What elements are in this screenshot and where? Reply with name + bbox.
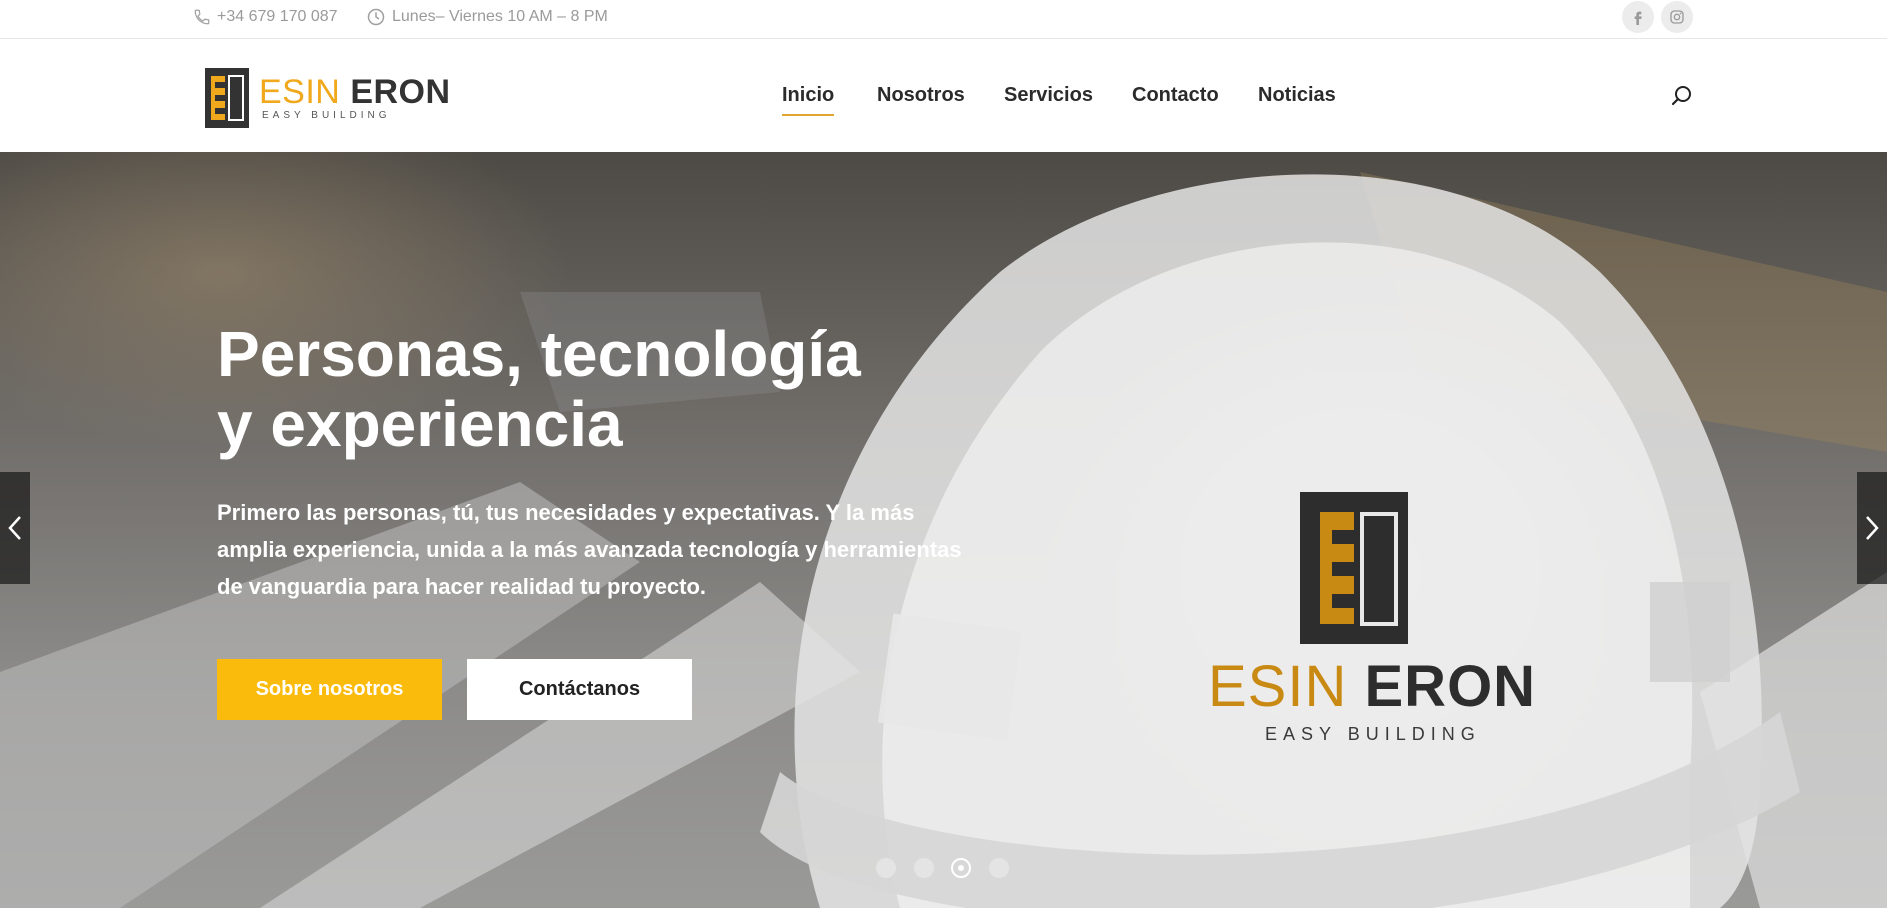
hero-title: Personas, tecnología y experiencia xyxy=(217,319,1017,459)
phone-number: +34 679 170 087 xyxy=(217,8,338,25)
facebook-link[interactable] xyxy=(1622,1,1654,33)
phone-icon xyxy=(194,9,210,25)
helmet-tagline: EASY BUILDING xyxy=(1265,724,1481,744)
nav-item-servicios[interactable]: Servicios xyxy=(1004,84,1093,107)
search-button[interactable] xyxy=(1670,84,1696,110)
logo-name-part1: ESIN xyxy=(259,73,341,111)
instagram-link[interactable] xyxy=(1661,1,1693,33)
hero-title-line1: Personas, tecnología xyxy=(217,318,861,390)
chevron-left-icon xyxy=(8,516,21,540)
helmet-brand-part1: ESIN xyxy=(1208,654,1348,719)
slider-dot-2[interactable] xyxy=(914,858,934,878)
chevron-right-icon xyxy=(1866,516,1879,540)
helmet-brand: ESIN ERON xyxy=(1208,657,1536,717)
site-header: ESIN ERON EASY BUILDING Inicio Nosotros … xyxy=(0,39,1887,152)
instagram-icon xyxy=(1670,10,1684,24)
nav-item-noticias[interactable]: Noticias xyxy=(1258,84,1336,107)
slider-next-button[interactable] xyxy=(1857,472,1887,584)
logo-name: ESIN ERON xyxy=(259,75,451,109)
hero-description: Primero las personas, tú, tus necesidade… xyxy=(217,500,962,599)
hours-text: Lunes– Viernes 10 AM – 8 PM xyxy=(392,8,608,25)
about-us-button[interactable]: Sobre nosotros xyxy=(217,659,442,720)
facebook-icon xyxy=(1634,11,1642,25)
logo-mark-icon xyxy=(205,68,249,128)
logo-text: ESIN ERON EASY BUILDING xyxy=(259,75,451,121)
hero-slider: ESIN ERON EASY BUILDING Personas, tecnol… xyxy=(0,152,1887,908)
contact-us-button[interactable]: Contáctanos xyxy=(467,659,692,720)
search-icon xyxy=(1671,86,1691,106)
nav-item-inicio[interactable]: Inicio xyxy=(782,84,835,116)
site-logo[interactable]: ESIN ERON EASY BUILDING xyxy=(205,67,451,129)
phone-contact[interactable]: +34 679 170 087 xyxy=(193,0,338,34)
nav-item-nosotros[interactable]: Nosotros xyxy=(877,84,965,107)
top-bar: +34 679 170 087 Lunes– Viernes 10 AM – 8… xyxy=(0,0,1887,39)
slider-prev-button[interactable] xyxy=(0,472,30,584)
business-hours: Lunes– Viernes 10 AM – 8 PM xyxy=(366,0,608,34)
slider-dot-3[interactable] xyxy=(951,858,971,878)
clock-icon xyxy=(367,8,385,26)
hero-title-line2: y experiencia xyxy=(217,388,623,460)
slider-dot-4[interactable] xyxy=(989,858,1009,878)
logo-name-part2: ERON xyxy=(350,73,451,111)
nav-item-contacto[interactable]: Contacto xyxy=(1132,84,1219,107)
logo-tagline: EASY BUILDING xyxy=(262,110,391,121)
slider-dot-1[interactable] xyxy=(876,858,896,878)
helmet-brand-part2: ERON xyxy=(1364,654,1537,719)
